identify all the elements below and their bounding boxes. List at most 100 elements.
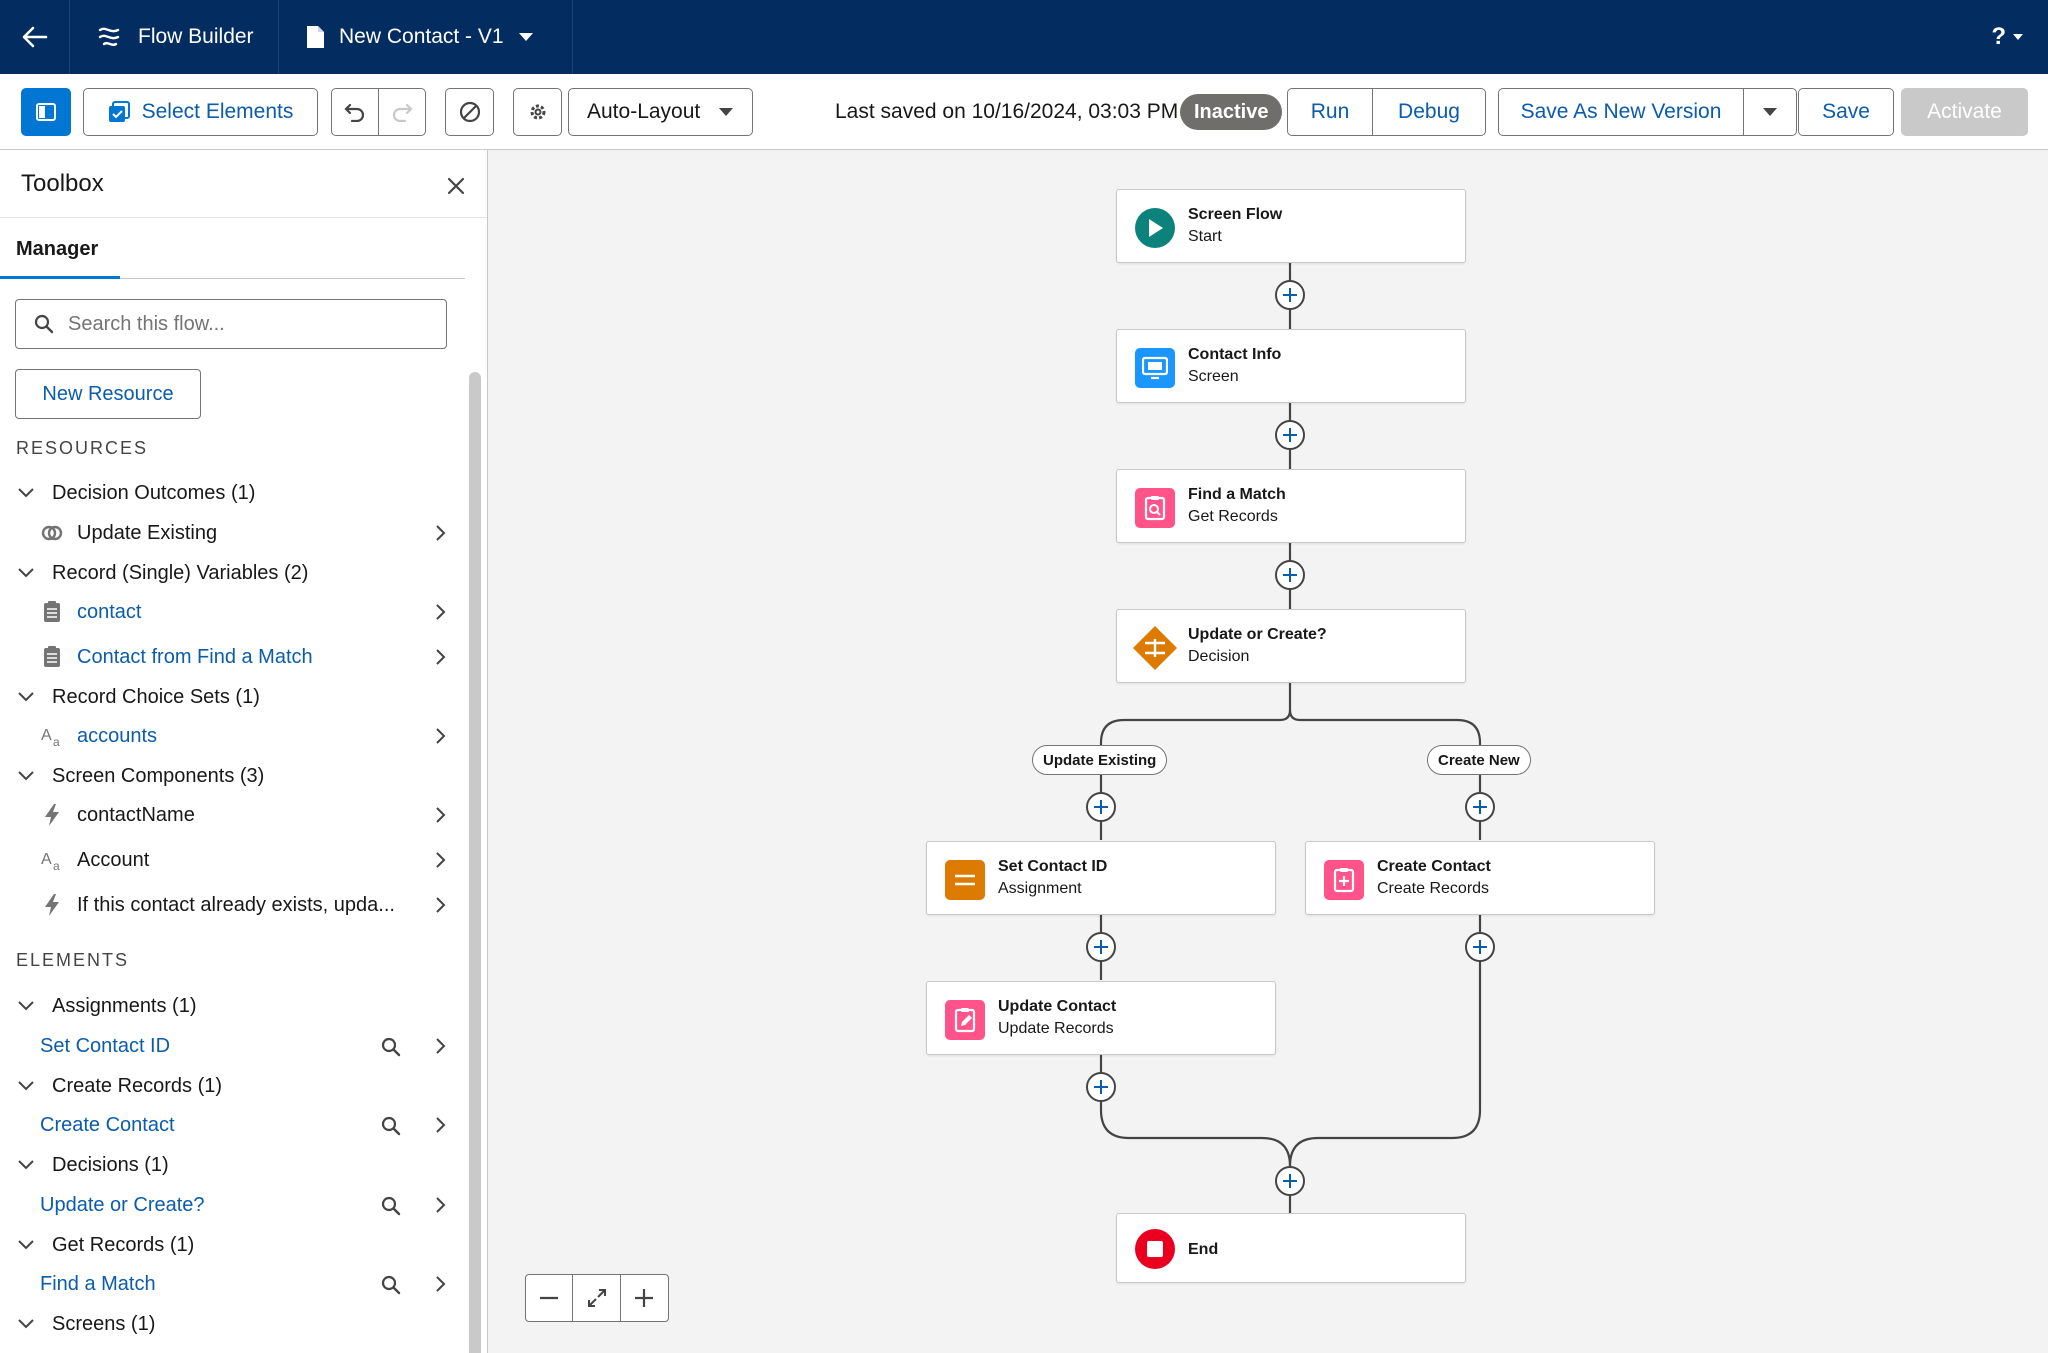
add-element-button[interactable]: [1275, 1166, 1305, 1196]
node-title: Create Contact: [1377, 858, 1491, 875]
back-button[interactable]: [0, 0, 70, 74]
element-item[interactable]: Update or Create?: [0, 1187, 460, 1223]
search-icon[interactable]: [380, 1036, 402, 1058]
flow-name-menu[interactable]: New Contact - V1: [279, 0, 573, 74]
chevron-right-icon[interactable]: [430, 523, 450, 543]
plus-icon: [1283, 568, 1297, 582]
node-end[interactable]: End: [1116, 1213, 1466, 1283]
svg-text:a: a: [53, 859, 60, 872]
disable-button[interactable]: [445, 88, 494, 136]
chevron-right-icon[interactable]: [430, 895, 450, 915]
save-options-menu-button[interactable]: [1743, 88, 1797, 136]
search-icon[interactable]: [380, 1195, 402, 1217]
chevron-right-icon[interactable]: [430, 602, 450, 622]
node-update-or-create[interactable]: Update or Create? Decision: [1116, 609, 1466, 683]
element-item-label: Create Contact: [40, 1113, 175, 1136]
chevron-right-icon[interactable]: [430, 805, 450, 825]
resource-item[interactable]: Contact from Find a Match: [0, 639, 460, 675]
resource-item[interactable]: contact: [0, 594, 460, 630]
element-group-assignments[interactable]: Assignments (1): [0, 988, 460, 1024]
tab-active-indicator: [0, 276, 120, 279]
save-button[interactable]: Save: [1798, 88, 1894, 136]
flow-canvas[interactable]: Screen Flow Start Contact Info Screen Fi…: [489, 150, 2048, 1353]
tab-manager[interactable]: Manager: [16, 238, 98, 261]
search-input[interactable]: [68, 312, 428, 336]
search-icon[interactable]: [380, 1115, 402, 1137]
resource-group-record-variables[interactable]: Record (Single) Variables (2): [0, 555, 460, 591]
add-element-button[interactable]: [1086, 1072, 1116, 1102]
element-group-screens[interactable]: Screens (1): [0, 1306, 460, 1342]
close-icon[interactable]: [444, 174, 468, 198]
element-group-decisions[interactable]: Decisions (1): [0, 1147, 460, 1183]
document-icon: [307, 26, 324, 48]
element-item[interactable]: Create Contact: [0, 1107, 460, 1143]
group-label: Decisions (1): [52, 1153, 169, 1176]
chevron-right-icon[interactable]: [430, 726, 450, 746]
search-field[interactable]: [15, 299, 447, 349]
resource-item[interactable]: Aa Account: [0, 842, 460, 878]
add-element-button[interactable]: [1086, 932, 1116, 962]
node-find-a-match[interactable]: Find a Match Get Records: [1116, 469, 1466, 543]
add-element-button[interactable]: [1465, 932, 1495, 962]
save-as-new-version-button[interactable]: Save As New Version: [1498, 88, 1744, 136]
resource-item-label: Account: [77, 848, 150, 871]
node-title: Contact Info: [1188, 346, 1282, 363]
resource-group-record-choice-sets[interactable]: Record Choice Sets (1): [0, 679, 460, 715]
help-menu[interactable]: ?: [1991, 0, 2024, 74]
group-label: Record Choice Sets (1): [52, 685, 260, 708]
layout-mode-select[interactable]: Auto-Layout: [568, 88, 753, 136]
chevron-right-icon[interactable]: [430, 850, 450, 870]
chevron-down-icon: [18, 692, 34, 702]
chevron-right-icon[interactable]: [430, 647, 450, 667]
toggle-toolbox-button[interactable]: [21, 88, 71, 136]
element-group-create-records[interactable]: Create Records (1): [0, 1068, 460, 1104]
new-resource-button[interactable]: New Resource: [15, 369, 201, 419]
chevron-right-icon[interactable]: [430, 1274, 450, 1294]
resource-item-label: Contact from Find a Match: [77, 645, 313, 668]
node-update-contact[interactable]: Update Contact Update Records: [926, 981, 1276, 1055]
node-type: Start: [1188, 228, 1222, 245]
resource-item[interactable]: Aa accounts: [0, 718, 460, 754]
activate-button[interactable]: Activate: [1901, 88, 2028, 136]
add-element-button[interactable]: [1275, 420, 1305, 450]
element-group-get-records[interactable]: Get Records (1): [0, 1227, 460, 1263]
run-button[interactable]: Run: [1287, 88, 1373, 136]
debug-button[interactable]: Debug: [1372, 88, 1486, 136]
resource-group-decision-outcomes[interactable]: Decision Outcomes (1): [0, 475, 460, 511]
plus-icon: [1283, 428, 1297, 442]
chevron-right-icon[interactable]: [430, 1195, 450, 1215]
resource-item[interactable]: contactName: [0, 797, 460, 833]
resource-item[interactable]: Update Existing: [0, 515, 460, 551]
lightning-icon: [45, 894, 59, 916]
add-element-button[interactable]: [1275, 560, 1305, 590]
add-element-button[interactable]: [1275, 280, 1305, 310]
node-start[interactable]: Screen Flow Start: [1116, 189, 1466, 263]
add-element-button[interactable]: [1465, 792, 1495, 822]
add-element-button[interactable]: [1086, 792, 1116, 822]
toolbox-scrollbar[interactable]: [469, 372, 481, 1353]
undo-icon: [344, 103, 365, 122]
undo-button[interactable]: [331, 88, 379, 136]
redo-button[interactable]: [378, 88, 426, 136]
fit-view-button[interactable]: [573, 1275, 621, 1321]
node-set-contact-id[interactable]: Set Contact ID Assignment: [926, 841, 1276, 915]
resource-group-screen-components[interactable]: Screen Components (3): [0, 758, 460, 794]
plus-icon: [1473, 800, 1487, 814]
branch-label-update-existing[interactable]: Update Existing: [1032, 745, 1168, 775]
settings-button[interactable]: [513, 88, 562, 136]
chevron-right-icon[interactable]: [430, 1115, 450, 1135]
element-item[interactable]: Find a Match: [0, 1266, 460, 1302]
search-icon[interactable]: [380, 1274, 402, 1296]
resource-item[interactable]: If this contact already exists, upda...: [0, 887, 460, 923]
zoom-in-button[interactable]: [621, 1275, 668, 1321]
zoom-out-button[interactable]: [526, 1275, 574, 1321]
last-saved-text: Last saved on 10/16/2024, 03:03 PM: [835, 100, 1179, 123]
group-label: Assignments (1): [52, 994, 197, 1017]
branch-label-create-new[interactable]: Create New: [1427, 745, 1531, 775]
group-label: Decision Outcomes (1): [52, 481, 256, 504]
node-create-contact[interactable]: Create Contact Create Records: [1305, 841, 1655, 915]
element-item[interactable]: Set Contact ID: [0, 1028, 460, 1064]
chevron-right-icon[interactable]: [430, 1036, 450, 1056]
select-elements-button[interactable]: Select Elements: [83, 88, 318, 136]
node-contact-info[interactable]: Contact Info Screen: [1116, 329, 1466, 403]
